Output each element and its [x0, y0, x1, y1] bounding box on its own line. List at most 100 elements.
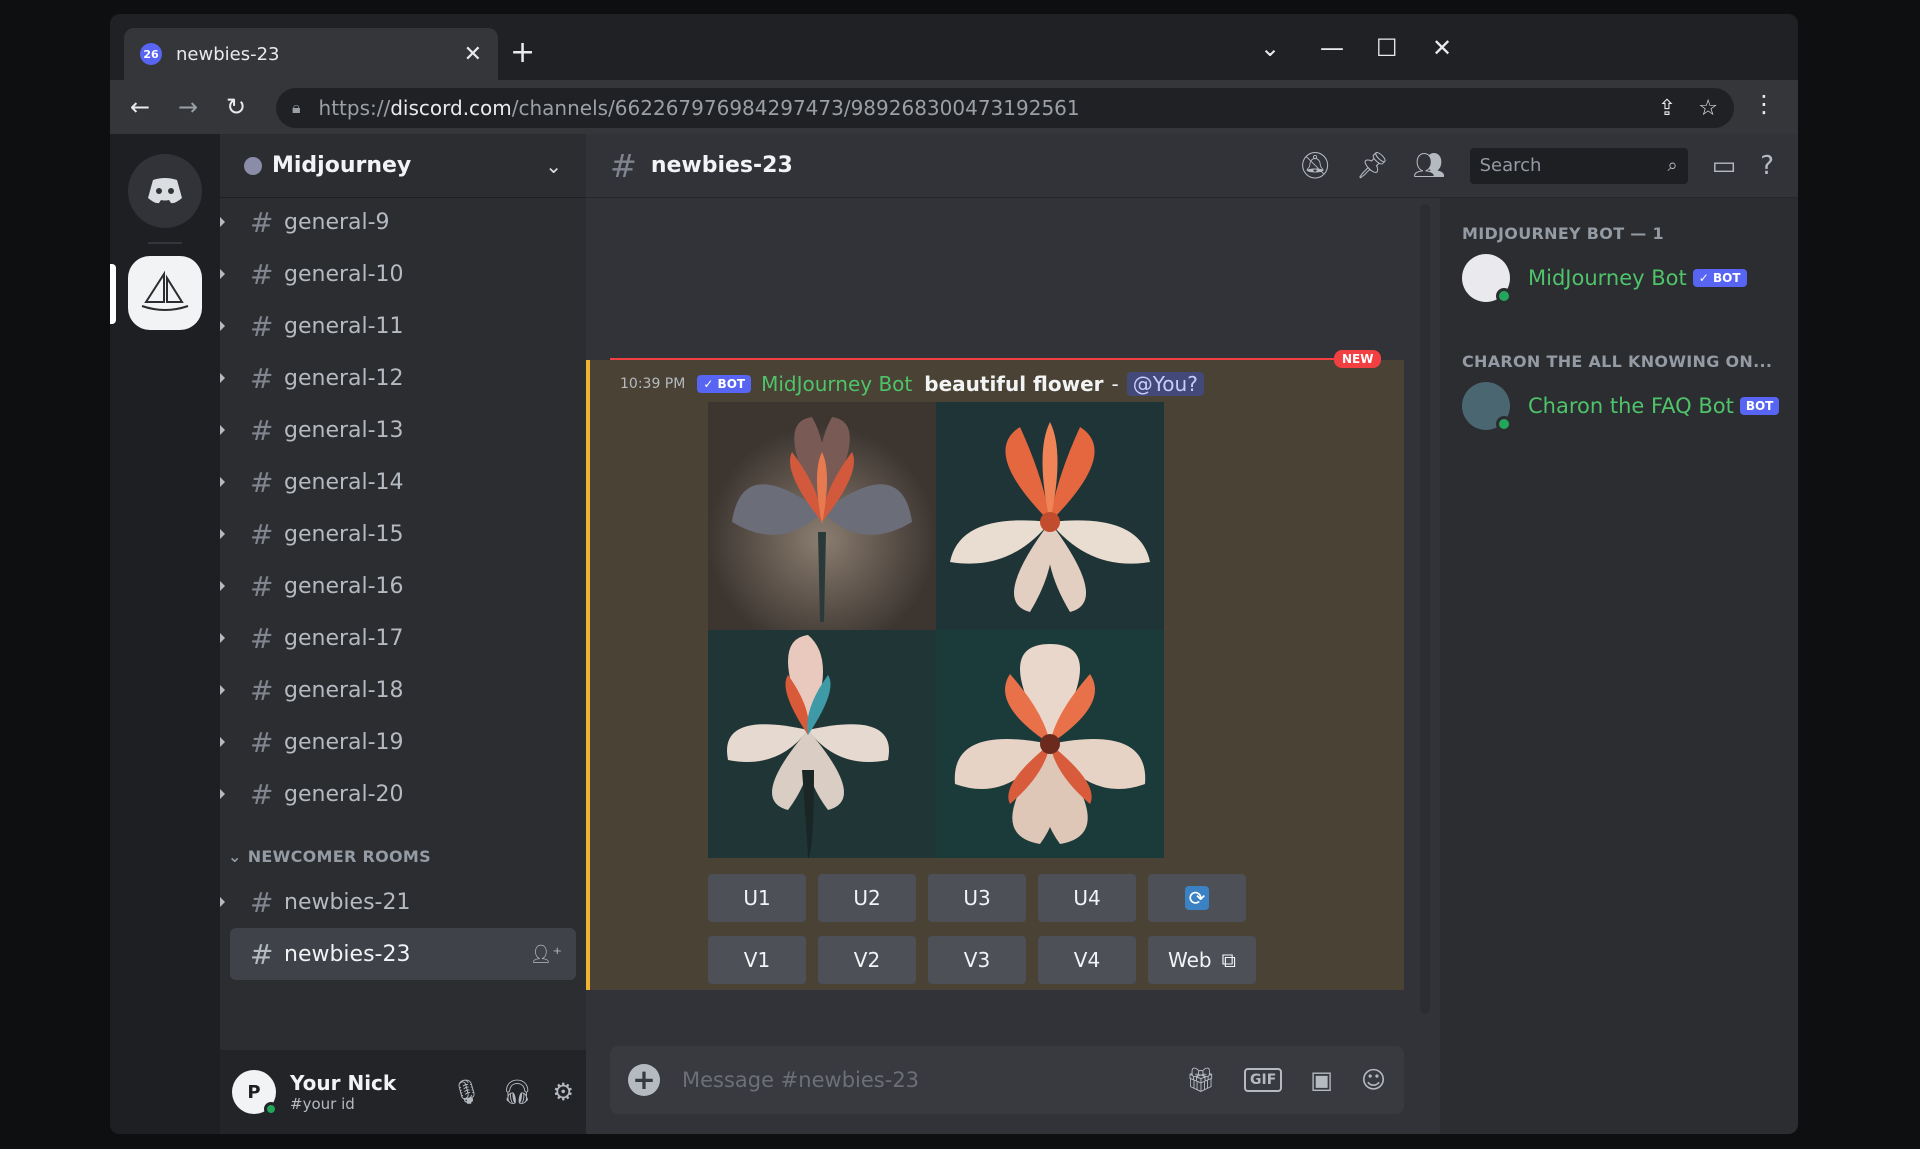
notification-off-icon[interactable]: 🔕︎ [1299, 151, 1332, 181]
tab-search-icon[interactable]: ⌄ [1260, 34, 1280, 62]
reroll-button[interactable]: ⟳ [1148, 874, 1246, 922]
v2-button[interactable]: V2 [818, 936, 916, 984]
search-input[interactable]: Search ⌕ [1469, 147, 1688, 184]
channel-item-active[interactable]: # newbies-23 👤︎⁺ [230, 928, 576, 980]
server-header[interactable]: Midjourney ⌄ [220, 134, 586, 198]
channel-name: newbies-21 [284, 889, 411, 915]
v3-button[interactable]: V3 [928, 936, 1026, 984]
channel-name: general-10 [284, 261, 404, 287]
channel-name: general-17 [284, 625, 404, 651]
chevron-down-icon[interactable]: ⌄ [545, 154, 562, 178]
pin-icon[interactable]: 📌︎ [1356, 151, 1389, 181]
avatar-initial: P [247, 1081, 261, 1103]
channel-unread-indicator [220, 896, 225, 908]
channel-item[interactable]: # general-10 [220, 248, 586, 300]
chat-scrollbar[interactable] [1420, 204, 1430, 1014]
help-icon[interactable]: ? [1760, 151, 1774, 181]
message-author[interactable]: MidJourney Bot [761, 372, 912, 396]
channel-item[interactable]: # general-11 [220, 300, 586, 352]
channel-item[interactable]: # general-17 [220, 612, 586, 664]
new-badge: NEW [1334, 350, 1382, 368]
bookmark-star-icon[interactable]: ☆ [1698, 96, 1718, 121]
u2-button[interactable]: U2 [818, 874, 916, 922]
headphones-icon[interactable]: 🎧︎ [502, 1078, 532, 1106]
channel-name: general-15 [284, 521, 404, 547]
flower-image-4[interactable] [936, 630, 1164, 858]
channel-item[interactable]: # general-20 [220, 768, 586, 820]
forward-icon[interactable]: → [164, 93, 212, 121]
u4-button[interactable]: U4 [1038, 874, 1136, 922]
threads-channel-icon: # [250, 257, 274, 291]
user-mention[interactable]: @You? [1126, 372, 1204, 396]
gif-icon[interactable]: GIF [1244, 1068, 1283, 1092]
channel-item[interactable]: # newbies-21 [220, 876, 586, 928]
channel-item[interactable]: # general-13 [220, 404, 586, 456]
close-window-icon[interactable]: ✕ [1432, 34, 1452, 62]
gift-icon[interactable]: 🎁︎ [1186, 1066, 1216, 1094]
member-item[interactable]: MidJourney Bot ✓ BOT [1462, 254, 1757, 304]
channel-unread-indicator [220, 216, 225, 228]
browser-toolbar: ← → ↻ 🔒︎ https://discord.com/channels/66… [110, 80, 1798, 134]
message-input[interactable]: Message #newbies-23 [682, 1068, 1158, 1092]
user-info[interactable]: Your Nick #your id [290, 1071, 432, 1113]
flower-image-3[interactable] [708, 630, 936, 858]
v4-button[interactable]: V4 [1038, 936, 1136, 984]
back-icon[interactable]: ← [116, 93, 164, 121]
browser-tab[interactable]: 26 newbies-23 ✕ [124, 28, 498, 80]
midjourney-server-icon[interactable] [128, 256, 202, 330]
url-text[interactable]: https://discord.com/channels/66226797698… [319, 96, 1636, 120]
web-button[interactable]: Web ⧉ [1148, 936, 1256, 984]
share-icon[interactable]: ⇪ [1658, 96, 1676, 121]
emoji-icon[interactable]: ☺ [1361, 1066, 1386, 1094]
channel-item[interactable]: # general-19 [220, 716, 586, 768]
v1-button[interactable]: V1 [708, 936, 806, 984]
flower-image-1[interactable] [708, 402, 936, 630]
mute-microphone-icon[interactable]: 🎙︎ [452, 1078, 482, 1106]
variation-button-row: V1 V2 V3 V4 Web ⧉ [708, 936, 1268, 984]
channel-unread-indicator [220, 476, 225, 488]
u1-button[interactable]: U1 [708, 874, 806, 922]
user-name: Your Nick [290, 1071, 397, 1095]
message-composer[interactable]: + Message #newbies-23 🎁︎ GIF ▣ ☺ [610, 1046, 1404, 1114]
message-separator: - [1111, 372, 1119, 396]
category-newcomer-rooms[interactable]: ⌄ NEWCOMER ROOMS [220, 820, 586, 876]
reload-icon[interactable]: ↻ [212, 93, 260, 121]
member-list-icon[interactable]: 👥︎ [1413, 151, 1446, 181]
browser-menu-icon[interactable]: ⋮ [1752, 90, 1776, 118]
new-tab-button[interactable]: + [510, 38, 535, 68]
online-status-icon [1496, 288, 1512, 304]
channel-item[interactable]: # general-15 [220, 508, 586, 560]
channel-name: general-19 [284, 729, 404, 755]
flower-image-2[interactable] [936, 402, 1164, 630]
inbox-icon[interactable]: ▭ [1712, 151, 1737, 181]
channel-item[interactable]: # general-16 [220, 560, 586, 612]
image-grid[interactable] [708, 402, 1164, 858]
channel-name: general-14 [284, 469, 404, 495]
threads-channel-icon: # [250, 309, 274, 343]
lock-icon[interactable]: 🔒︎ [292, 98, 301, 118]
threads-channel-icon: # [250, 569, 274, 603]
channel-unread-indicator [220, 528, 225, 540]
add-attachment-icon[interactable]: + [628, 1064, 660, 1096]
external-link-icon: ⧉ [1221, 948, 1236, 972]
discord-home-icon[interactable] [128, 154, 202, 228]
u3-button[interactable]: U3 [928, 874, 1026, 922]
tab-strip: 26 newbies-23 ✕ + ⌄ — ☐ ✕ [110, 14, 1798, 80]
gear-icon[interactable]: ⚙ [552, 1078, 574, 1106]
channel-item[interactable]: # general-18 [220, 664, 586, 716]
minimize-icon[interactable]: — [1320, 34, 1344, 62]
search-placeholder: Search [1479, 155, 1542, 176]
maximize-icon[interactable]: ☐ [1376, 34, 1398, 62]
threads-channel-icon: # [250, 517, 274, 551]
member-item[interactable]: Charon the FAQ Bot BOT [1462, 382, 1789, 432]
chevron-down-icon: ⌄ [228, 847, 242, 866]
tab-close-icon[interactable]: ✕ [464, 42, 482, 67]
search-icon: ⌕ [1667, 155, 1678, 176]
channel-item[interactable]: # general-14 [220, 456, 586, 508]
sticker-icon[interactable]: ▣ [1310, 1066, 1333, 1094]
address-bar[interactable]: 🔒︎ https://discord.com/channels/66226797… [276, 88, 1734, 128]
invite-user-icon[interactable]: 👤︎⁺ [530, 944, 562, 965]
channel-item[interactable]: # general-12 [220, 352, 586, 404]
user-avatar[interactable]: P [232, 1070, 278, 1116]
channel-item[interactable]: # general-9 [220, 196, 586, 248]
